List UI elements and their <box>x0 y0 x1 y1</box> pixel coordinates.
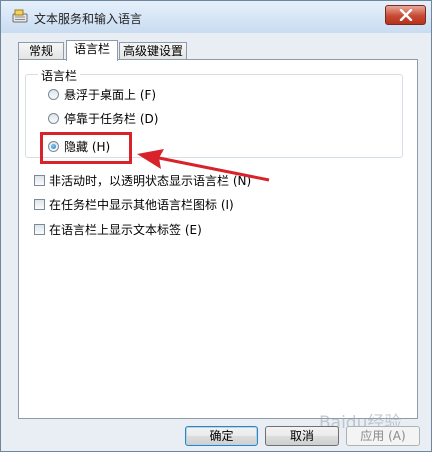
tab-language-bar[interactable]: 语言栏 <box>66 40 118 61</box>
apply-button-label: 应用 (A) <box>360 429 406 443</box>
ok-button-label: 确定 <box>209 429 234 443</box>
ok-button[interactable]: 确定 <box>185 426 258 446</box>
annotation-arrow-icon <box>137 149 270 182</box>
apply-button[interactable]: 应用 (A) <box>346 426 420 446</box>
cancel-button-label: 取消 <box>289 429 314 443</box>
dialog-window: 文本服务和输入语言 常规 语言栏 高级键设置 语言栏 悬浮于桌面上 (F) 停靠… <box>0 0 432 452</box>
cancel-button[interactable]: 取消 <box>265 426 339 446</box>
tab-language-bar-label: 语言栏 <box>73 42 110 56</box>
